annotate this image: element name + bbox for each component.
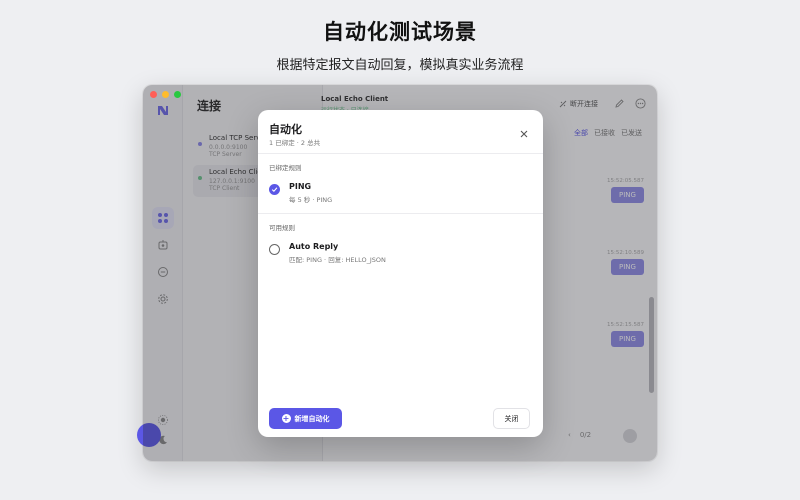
- divider: [258, 213, 543, 214]
- dialog-close-button[interactable]: [518, 125, 530, 138]
- plus-icon: +: [281, 414, 291, 423]
- available-rule-item[interactable]: Auto Reply 匹配: PING · 回复: HELLO_JSON: [269, 240, 529, 268]
- close-icon: [520, 130, 528, 138]
- close-button[interactable]: 关闭: [493, 408, 530, 429]
- checkmark-icon: [271, 187, 278, 192]
- bound-rules-label: 已绑定规则: [269, 164, 302, 172]
- add-automation-button[interactable]: + 新增自动化: [269, 408, 342, 429]
- dialog-subtitle: 1 已绑定 · 2 总共: [269, 139, 321, 147]
- close-window-button[interactable]: [150, 91, 157, 98]
- rule-checkbox[interactable]: [269, 244, 280, 255]
- dialog-title: 自动化: [269, 123, 302, 136]
- rule-description: 匹配: PING · 回复: HELLO_JSON: [289, 256, 386, 264]
- rule-description: 每 5 秒 · PING: [289, 196, 333, 204]
- hero-title: 自动化测试场景: [323, 20, 477, 44]
- automation-dialog: 自动化 1 已绑定 · 2 总共 已绑定规则 PING 每 5 秒 · PING…: [258, 110, 543, 437]
- zoom-window-button[interactable]: [174, 91, 181, 98]
- rule-name: Auto Reply: [289, 242, 339, 251]
- available-rules-label: 可用规则: [269, 224, 295, 232]
- divider: [258, 153, 543, 154]
- window-controls: [150, 91, 181, 98]
- add-automation-label: 新增自动化: [294, 414, 330, 423]
- bound-rule-item[interactable]: PING 每 5 秒 · PING: [269, 180, 529, 208]
- rule-name: PING: [289, 182, 312, 191]
- minimize-window-button[interactable]: [162, 91, 169, 98]
- rule-checkbox[interactable]: [269, 184, 280, 195]
- hero-subtitle: 根据特定报文自动回复，模拟真实业务流程: [276, 58, 524, 73]
